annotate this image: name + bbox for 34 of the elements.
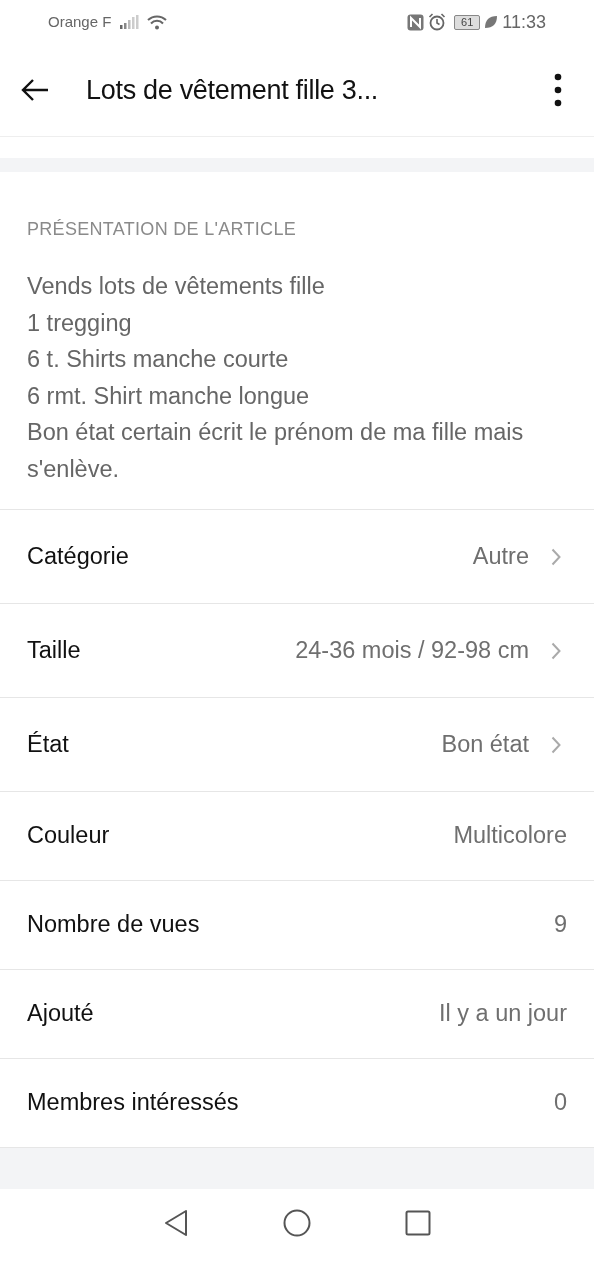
page-title: Lots de vêtement fille 3... [86,73,380,107]
back-nav-icon[interactable] [163,1209,189,1237]
detail-value: 9 [553,910,567,940]
detail-label: Ajouté [27,999,94,1029]
detail-label: Nombre de vues [27,910,200,940]
home-nav-icon[interactable] [283,1209,311,1237]
wifi-icon [147,14,168,30]
carrier-name: Orange F [48,11,112,32]
description-line: Bon état certain écrit le prénom de ma fille mais s'enlève. [27,418,525,484]
detail-label: Taille [27,635,81,665]
detail-value: Autre [472,541,529,571]
back-arrow-icon[interactable] [20,78,50,102]
description-line: 6 rmt. Shirt manche longue [27,381,311,411]
description-line: 6 t. Shirts manche courte [27,345,290,374]
detail-value: 0 [553,1088,567,1118]
signal-icon [119,15,140,29]
clock: 11:33 [502,10,546,34]
nfc-icon [407,13,425,31]
section-heading: PRÉSENTATION DE L'ARTICLE [26,218,297,241]
detail-label: Membres intéressés [27,1088,239,1118]
detail-value: Bon état [441,729,529,759]
leaf-icon [484,15,499,29]
more-options-icon[interactable] [554,73,562,107]
detail-value: Il y a un jour [439,999,567,1029]
recents-nav-icon[interactable] [405,1210,431,1236]
description-line: Vends lots de vêtements fille [27,272,326,301]
detail-value: Multicolore [453,821,567,851]
detail-label: Catégorie [27,541,129,571]
description-line: 1 tregging [27,308,133,338]
detail-label: Couleur [27,821,110,851]
alarm-icon [428,13,447,31]
battery-icon: 61 [454,14,481,30]
detail-value: 24-36 mois / 92-98 cm [295,635,529,665]
detail-label: État [27,729,69,759]
